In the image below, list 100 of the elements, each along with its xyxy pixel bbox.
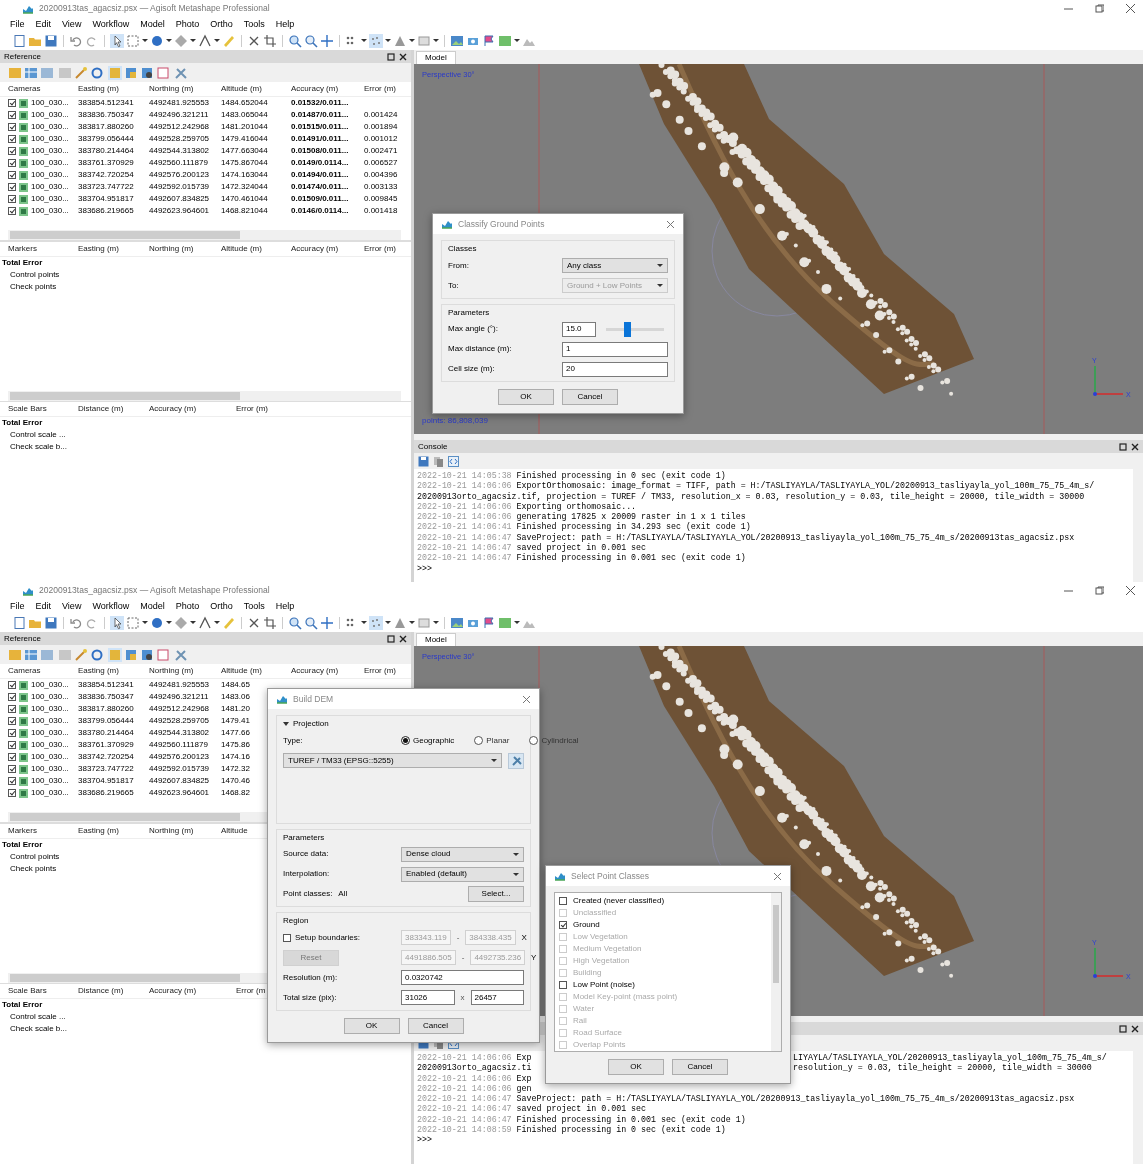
menu-item[interactable]: Tools — [243, 18, 265, 30]
dropdown[interactable]: Any class — [562, 258, 668, 274]
expand-triangle-icon[interactable] — [283, 720, 289, 727]
settings-button[interactable] — [508, 752, 524, 769]
dropdown[interactable]: TUREF / TM33 (EPSG::5255) — [283, 753, 502, 769]
move-icon[interactable] — [320, 33, 334, 48]
checkbox[interactable] — [8, 777, 16, 785]
table-icon[interactable] — [24, 647, 38, 662]
menu-item[interactable]: Workflow — [92, 18, 130, 30]
selection-icon[interactable] — [126, 33, 140, 48]
image-icon[interactable] — [450, 33, 464, 48]
dialog-button[interactable]: OK — [498, 389, 554, 406]
float-icon[interactable] — [387, 634, 395, 643]
crop-icon[interactable] — [263, 615, 277, 630]
column-header[interactable]: Accuracy (m) — [291, 84, 339, 94]
menu-item[interactable]: Help — [275, 600, 295, 612]
float-icon[interactable] — [1119, 1024, 1127, 1033]
checkbox[interactable] — [8, 207, 16, 215]
zoom-in-icon[interactable] — [288, 615, 302, 630]
close-icon[interactable] — [1131, 1024, 1139, 1033]
menu-item[interactable]: File — [10, 18, 25, 30]
view-tab[interactable]: Model — [416, 51, 456, 64]
column-header[interactable]: Accuracy (m) — [291, 244, 339, 254]
column-header[interactable]: Accuracy (m) — [149, 404, 197, 414]
close-icon[interactable] — [399, 634, 407, 643]
menu-item[interactable]: Help — [275, 18, 295, 30]
menu-item[interactable]: Model — [140, 18, 165, 30]
close-icon[interactable] — [1126, 586, 1135, 595]
menu-item[interactable]: Model — [140, 600, 165, 612]
column-header[interactable]: Northing (m) — [149, 244, 194, 254]
map-icon[interactable] — [498, 615, 512, 630]
scrollbar[interactable] — [8, 391, 401, 401]
tree-item[interactable]: Check points — [0, 864, 57, 874]
tree-item[interactable]: Check scale b... — [0, 1024, 67, 1034]
input-field[interactable]: 20 — [562, 361, 668, 377]
map-icon[interactable] — [498, 33, 512, 48]
restore-icon[interactable] — [1095, 586, 1104, 595]
float-icon[interactable] — [387, 52, 395, 61]
column-header[interactable]: Markers — [8, 826, 37, 836]
checkbox[interactable] — [8, 159, 16, 167]
selection-icon[interactable] — [126, 615, 140, 630]
image-icon[interactable] — [450, 615, 464, 630]
save-icon[interactable] — [44, 33, 58, 48]
column-header[interactable]: Markers — [8, 244, 37, 254]
view-icon[interactable] — [140, 65, 154, 80]
radio-button[interactable]: Planar — [474, 735, 510, 746]
menu-item[interactable]: Photo — [175, 600, 200, 612]
column-header[interactable]: Scale Bars — [8, 404, 47, 414]
menu-item[interactable]: Tools — [243, 600, 265, 612]
class-option[interactable]: Ground — [559, 919, 769, 931]
table-icon[interactable] — [24, 65, 38, 80]
checkbox[interactable] — [8, 693, 16, 701]
move-icon[interactable] — [320, 615, 334, 630]
refresh-icon[interactable] — [90, 65, 104, 80]
script-icon[interactable] — [448, 455, 459, 467]
close-icon[interactable] — [399, 52, 407, 61]
tree-item[interactable]: Total Error — [0, 258, 43, 268]
column-header[interactable]: Scale Bars — [8, 986, 47, 996]
column-header[interactable]: Altitude — [221, 826, 248, 836]
checkbox[interactable] — [8, 171, 16, 179]
tree-item[interactable]: Check points — [0, 282, 57, 292]
tree-item[interactable]: Check scale b... — [0, 442, 67, 452]
column-header[interactable]: Easting (m) — [78, 84, 119, 94]
radio-button[interactable]: Geographic — [401, 735, 455, 746]
scrollbar[interactable] — [8, 230, 401, 240]
select-button[interactable]: Select... — [468, 886, 524, 903]
column-header[interactable]: Altitude (m) — [221, 666, 262, 676]
column-header[interactable]: Error (m — [236, 986, 266, 996]
menu-item[interactable]: Edit — [35, 600, 52, 612]
dialog-button[interactable]: Cancel — [407, 1017, 464, 1034]
column-header[interactable]: Easting (m) — [78, 826, 119, 836]
sphere-icon[interactable] — [150, 33, 164, 48]
close-icon[interactable] — [1131, 442, 1139, 451]
view-icon[interactable] — [140, 647, 154, 662]
zoom-out-icon[interactable] — [304, 33, 318, 48]
menu-item[interactable]: Ortho — [210, 600, 233, 612]
column-header[interactable]: Cameras — [8, 666, 41, 676]
refresh-icon[interactable] — [90, 647, 104, 662]
checkbox[interactable] — [8, 741, 16, 749]
checkbox[interactable] — [8, 789, 16, 797]
tree-item[interactable]: Control points — [0, 852, 60, 862]
dialog-button[interactable]: OK — [343, 1017, 400, 1034]
document-icon[interactable] — [12, 33, 26, 48]
checkbox[interactable] — [8, 183, 16, 191]
save-icon[interactable] — [44, 615, 58, 630]
checkbox[interactable] — [8, 195, 16, 203]
tree-item[interactable]: Control scale ... — [0, 1012, 66, 1022]
zoom-in-icon[interactable] — [288, 33, 302, 48]
compass-icon[interactable] — [198, 615, 212, 630]
restore-icon[interactable] — [1095, 4, 1104, 13]
crop-icon[interactable] — [263, 33, 277, 48]
tree-item[interactable]: Total Error — [0, 418, 43, 428]
column-header[interactable]: Cameras — [8, 84, 41, 94]
class-option[interactable]: Created (never classified) — [559, 895, 769, 907]
checkbox[interactable] — [8, 147, 16, 155]
column-header[interactable]: Northing (m) — [149, 666, 194, 676]
tools-icon[interactable] — [174, 65, 188, 80]
pointer-icon[interactable] — [110, 615, 124, 630]
tree-item[interactable]: Total Error — [0, 840, 43, 850]
input-field[interactable]: 31026 — [401, 990, 455, 1006]
